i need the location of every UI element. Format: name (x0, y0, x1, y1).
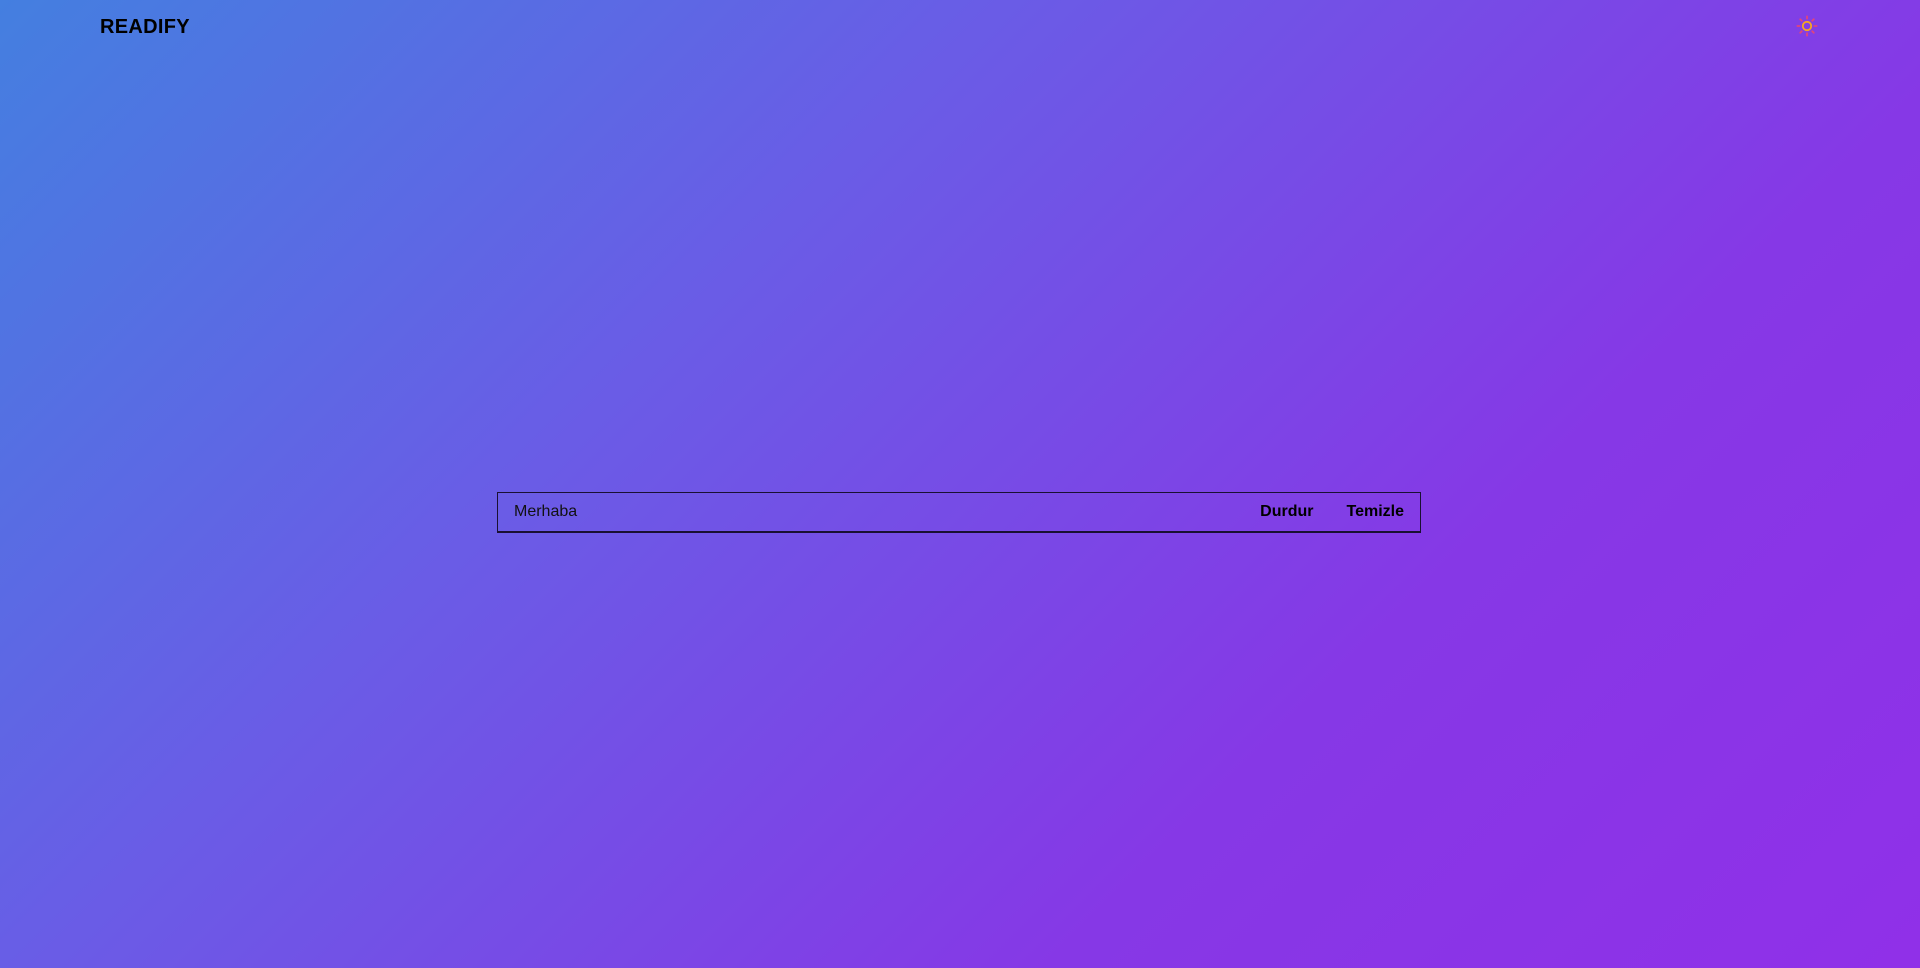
theme-toggle-button[interactable] (1794, 14, 1820, 40)
stop-button[interactable]: Durdur (1260, 502, 1313, 522)
app-logo[interactable]: READIFY (100, 15, 190, 39)
header: READIFY (0, 0, 1920, 54)
reader-text-field[interactable]: Merhaba (498, 502, 1260, 522)
clear-button[interactable]: Temizle (1347, 502, 1405, 522)
reader-bar: Merhaba Durdur Temizle (497, 492, 1421, 532)
sun-icon (1796, 14, 1818, 40)
